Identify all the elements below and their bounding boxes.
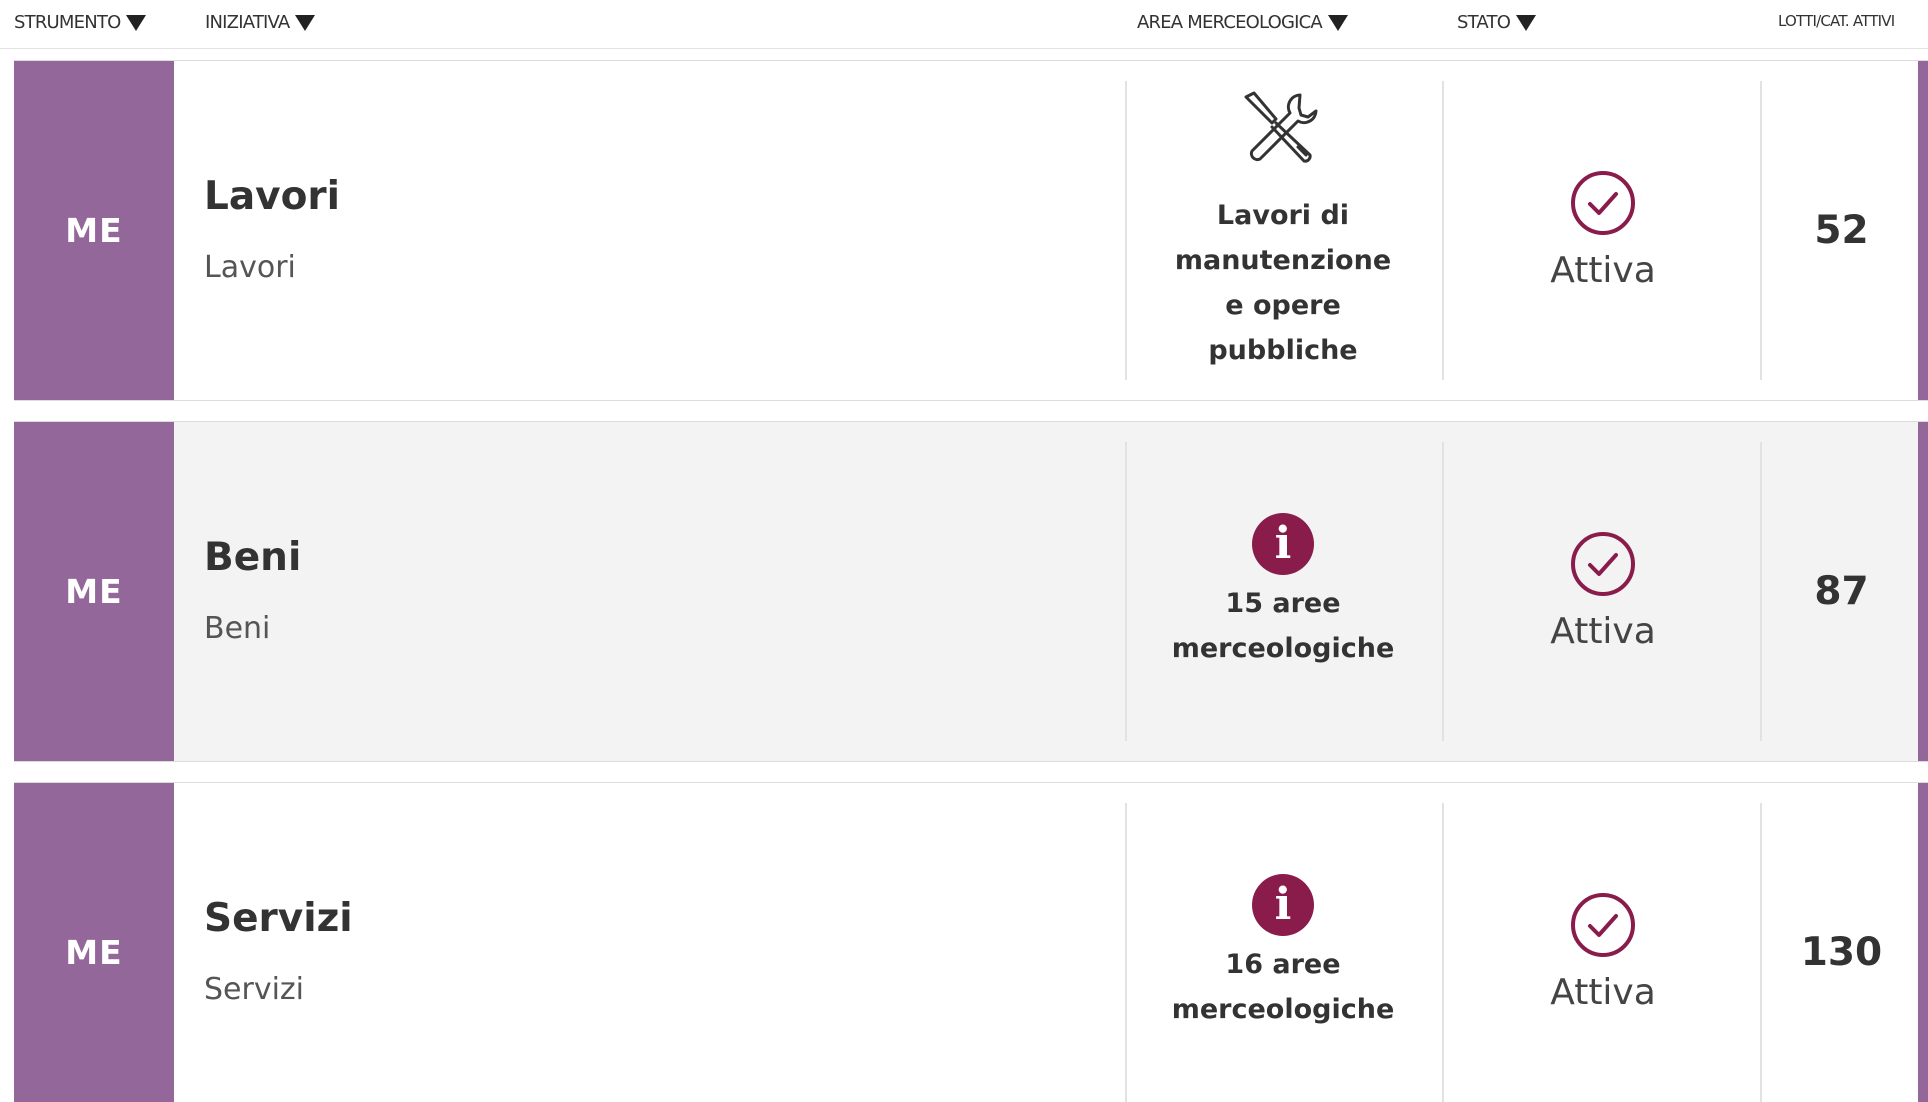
info-glyph: i xyxy=(1274,879,1292,930)
info-glyph: i xyxy=(1274,518,1292,569)
info-icon[interactable]: i xyxy=(1252,512,1314,575)
stato-label: Attiva xyxy=(1550,611,1656,652)
row-accent-bar xyxy=(1918,422,1928,761)
caret-down-icon xyxy=(126,14,147,31)
row-subtitle: Beni xyxy=(204,611,271,646)
tools-icon xyxy=(1244,91,1318,163)
header-lotti: LOTTI/CAT. ATTIVI xyxy=(1778,12,1895,30)
area-merceologica-cell: Lavori di manutenzione e opere pubbliche xyxy=(1124,61,1442,400)
stato-label: Attiva xyxy=(1550,972,1656,1013)
header-iniziativa-label: INIZIATIVA xyxy=(205,12,290,33)
row-accent-bar xyxy=(1918,783,1928,1102)
stato-label: Attiva xyxy=(1550,250,1656,291)
caret-down-icon xyxy=(1516,14,1537,31)
lotti-count: 87 xyxy=(1814,569,1869,614)
area-label: 16 aree merceologiche xyxy=(1171,948,1395,1025)
area-merceologica-cell: i 16 aree merceologiche xyxy=(1124,783,1442,1102)
sort-area-merceologica[interactable]: AREA MERCEOLOGICA xyxy=(1137,12,1348,33)
sort-stato[interactable]: STATO xyxy=(1457,12,1537,33)
strumento-badge: ME xyxy=(14,783,174,1102)
row-subtitle: Servizi xyxy=(204,972,305,1007)
column-divider xyxy=(1760,803,1762,1102)
column-divider xyxy=(1760,442,1762,741)
strumento-badge: ME xyxy=(14,61,174,400)
stato-cell: Attiva xyxy=(1444,61,1762,400)
row-accent-bar xyxy=(1918,61,1928,400)
catalog-table: STRUMENTO INIZIATIVA AREA MERCEOLOGICA S… xyxy=(0,0,1928,1102)
sort-iniziativa[interactable]: INIZIATIVA xyxy=(205,12,316,33)
lotti-count: 130 xyxy=(1800,930,1883,975)
check-circle-icon xyxy=(1571,893,1635,957)
table-row-beni[interactable]: ME Beni Beni i 15 aree merceologiche Att… xyxy=(14,421,1928,762)
caret-down-icon xyxy=(295,14,316,31)
strumento-badge: ME xyxy=(14,422,174,761)
table-row-lavori[interactable]: ME Lavori Lavori Lavori di manutenzione … xyxy=(14,60,1928,401)
area-merceologica-cell: i 15 aree merceologiche xyxy=(1124,422,1442,761)
header-stato-label: STATO xyxy=(1457,12,1511,33)
table-header: STRUMENTO INIZIATIVA AREA MERCEOLOGICA S… xyxy=(0,0,1928,49)
header-strumento-label: STRUMENTO xyxy=(14,12,121,33)
info-icon[interactable]: i xyxy=(1252,873,1314,936)
check-circle-icon xyxy=(1571,171,1635,235)
row-title: Lavori xyxy=(204,174,340,219)
header-lotti-label: LOTTI/CAT. ATTIVI xyxy=(1778,12,1895,30)
caret-down-icon xyxy=(1327,14,1348,31)
row-subtitle: Lavori xyxy=(204,250,296,285)
column-divider xyxy=(1760,81,1762,380)
header-area-label: AREA MERCEOLOGICA xyxy=(1137,12,1323,33)
row-title: Beni xyxy=(204,535,302,580)
lotti-count: 52 xyxy=(1814,208,1869,253)
row-title: Servizi xyxy=(204,896,353,941)
table-row-servizi[interactable]: ME Servizi Servizi i 16 aree merceologic… xyxy=(14,782,1928,1102)
sort-strumento[interactable]: STRUMENTO xyxy=(14,12,147,33)
check-circle-icon xyxy=(1571,532,1635,596)
area-label: 15 aree merceologiche xyxy=(1171,587,1395,664)
stato-cell: Attiva xyxy=(1444,422,1762,761)
area-label: Lavori di manutenzione e opere pubbliche xyxy=(1174,199,1392,366)
stato-cell: Attiva xyxy=(1444,783,1762,1102)
